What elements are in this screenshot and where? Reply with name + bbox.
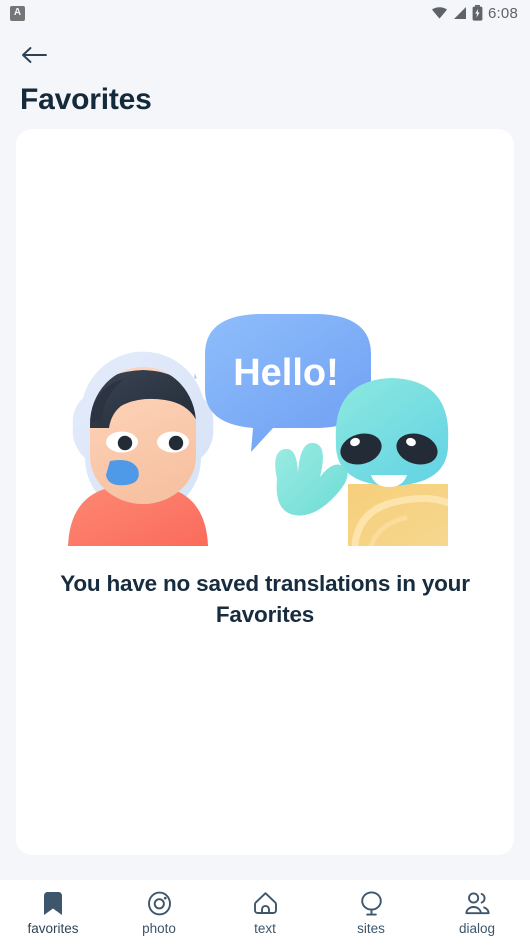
globe-icon: [359, 891, 384, 917]
wifi-icon: [431, 6, 448, 20]
alien-body: [348, 483, 448, 546]
sparkle-icon: [194, 372, 197, 379]
nav-label-favorites: favorites: [27, 920, 79, 936]
astronaut-figure: [68, 351, 214, 546]
status-bar: A 6:08: [0, 0, 530, 26]
astronaut-and-alien-illustration: Hello!: [68, 313, 449, 546]
empty-state: Hello! You have no saved translations in…: [16, 306, 514, 630]
camera-icon: [147, 891, 172, 917]
status-bar-left: A: [10, 5, 25, 21]
favorites-card: Hello! You have no saved translations in…: [16, 129, 514, 855]
status-bar-clock: 6:08: [488, 4, 518, 22]
nav-label-photo: photo: [142, 920, 176, 936]
empty-state-message: You have no saved translations in your F…: [60, 570, 470, 627]
arrow-left-icon: [20, 44, 48, 71]
home-icon: [253, 891, 278, 917]
nav-item-sites[interactable]: sites: [318, 880, 424, 946]
nav-item-dialog[interactable]: dialog: [424, 880, 530, 946]
users-icon: [464, 891, 491, 917]
nav-label-sites: sites: [357, 920, 385, 936]
page-title: Favorites: [20, 83, 152, 116]
nav-item-favorites[interactable]: favorites: [0, 880, 106, 946]
speech-bubble-text: Hello!: [233, 352, 339, 394]
android-app-icon: A: [10, 5, 25, 21]
battery-charging-icon: [472, 5, 483, 21]
cellular-signal-icon: [453, 6, 467, 20]
status-bar-right: 6:08: [431, 5, 518, 22]
alien-head: [335, 377, 449, 486]
nav-item-text[interactable]: text: [212, 880, 318, 946]
nav-label-dialog: dialog: [458, 920, 496, 936]
alien-hand: [275, 442, 348, 516]
nav-label-text: text: [254, 920, 276, 936]
bookmark-icon: [42, 891, 64, 917]
app-bar: Favorites: [0, 26, 530, 117]
android-app-icon-letter: A: [13, 7, 22, 18]
bottom-navigation-bar: favorites photo text sites dialog: [0, 880, 530, 946]
back-button[interactable]: [8, 36, 60, 78]
nav-item-photo[interactable]: photo: [106, 880, 212, 946]
